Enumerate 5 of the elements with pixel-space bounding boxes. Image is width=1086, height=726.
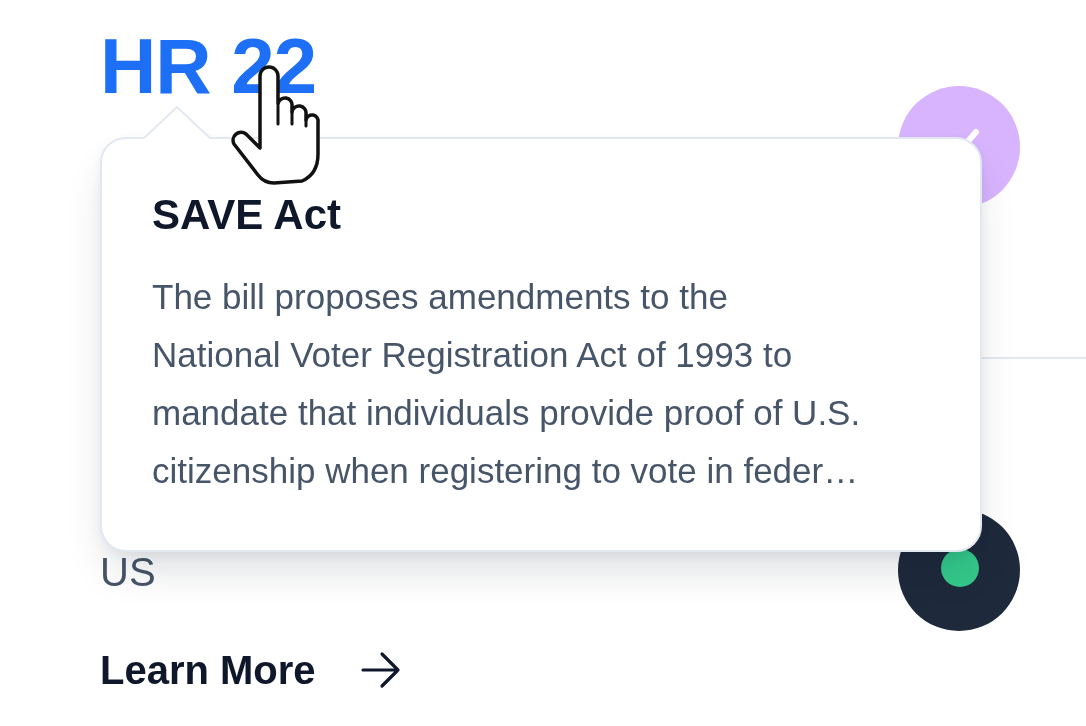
tooltip-text: The bill proposes amendments to the National Voter Registration Act of 1993 to mandate that individuals provide proof of U.S. citizenship when registering to vote in feder… [152,276,862,492]
region-label: US [100,549,156,596]
arrow-right-icon [359,651,402,689]
learn-more-link[interactable]: Learn More [100,646,402,694]
tooltip-title: SAVE Act [152,191,343,239]
